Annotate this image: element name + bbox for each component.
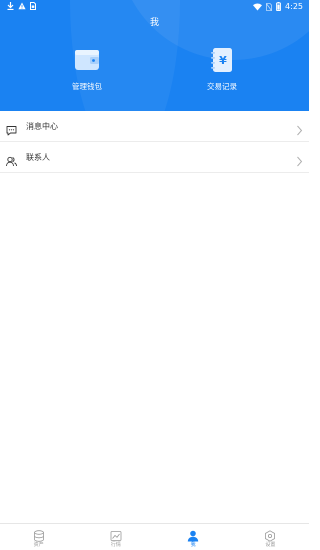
- tab-market[interactable]: 行情: [77, 524, 154, 550]
- profile-header: 4:25 我 管理钱包 ¥ 交易记录: [0, 0, 309, 111]
- battery-icon: [276, 2, 281, 11]
- wallet-icon: [73, 47, 101, 73]
- assets-icon: [33, 527, 45, 542]
- tab-assets[interactable]: 资产: [0, 524, 77, 550]
- manage-wallet-label: 管理钱包: [72, 82, 102, 91]
- menu-list: 消息中心 联系人: [0, 111, 309, 173]
- tab-label: 我: [190, 542, 196, 548]
- transaction-record-icon: ¥: [208, 47, 236, 73]
- tab-label: 行情: [110, 542, 121, 548]
- profile-icon: [187, 527, 199, 542]
- status-time: 4:25: [285, 2, 303, 11]
- menu-item-message-center[interactable]: 消息中心: [0, 111, 309, 142]
- menu-item-label: 联系人: [26, 152, 50, 162]
- transaction-record-label: 交易记录: [207, 82, 237, 91]
- no-sim-icon: [266, 2, 272, 11]
- tab-label: 资产: [33, 542, 44, 548]
- tab-settings[interactable]: 设置: [232, 524, 309, 550]
- page-title: 我: [149, 18, 159, 28]
- menu-item-contacts[interactable]: 联系人: [0, 142, 309, 173]
- chevron-right-icon: [296, 152, 303, 167]
- wifi-icon: [253, 3, 263, 11]
- market-icon: [110, 527, 122, 541]
- menu-item-label: 消息中心: [26, 121, 58, 131]
- contacts-icon: [6, 152, 17, 167]
- chevron-right-icon: [296, 121, 303, 136]
- bottom-tab-bar: 资产 行情 我 设置: [0, 523, 309, 550]
- download-icon: [7, 2, 14, 10]
- tab-label: 设置: [265, 542, 276, 548]
- sim-icon: [30, 2, 36, 10]
- transaction-record-button[interactable]: ¥ 交易记录: [187, 47, 257, 92]
- settings-icon: [264, 527, 276, 542]
- manage-wallet-button[interactable]: 管理钱包: [52, 47, 122, 92]
- tab-profile[interactable]: 我: [155, 524, 232, 550]
- message-icon: [6, 121, 17, 136]
- status-bar: 4:25: [0, 0, 309, 14]
- yen-glyph: ¥: [219, 54, 227, 67]
- warning-icon: [18, 2, 26, 10]
